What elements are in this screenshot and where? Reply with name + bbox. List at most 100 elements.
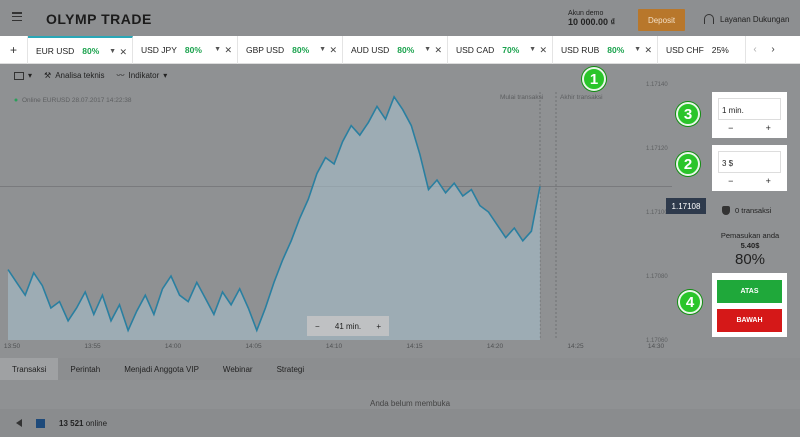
transactions-count[interactable]: 0 transaksi xyxy=(722,206,771,215)
y-tick-label: 1.17120 xyxy=(646,146,668,152)
tab-label: GBP USD xyxy=(246,44,285,55)
tab-orders[interactable]: Perintah xyxy=(58,358,112,380)
step-badge-4: 4 xyxy=(678,290,702,314)
close-icon[interactable]: ✕ xyxy=(434,45,442,56)
x-tick-label: 14:20 xyxy=(487,343,504,350)
tabs-prev-icon[interactable]: ‹ xyxy=(746,36,764,64)
tab-percent: 80% xyxy=(184,44,202,55)
amount-stepper: − + xyxy=(712,176,787,191)
trading-app: OLYMP TRADE Akun demo 10 000.00 ₫ Deposi… xyxy=(0,0,800,437)
zoom-control: − 41 min. + xyxy=(307,316,389,336)
chevron-down-icon[interactable]: ▼ xyxy=(634,46,641,53)
price-chart[interactable]: Mulai transaksi Akhir transaksi Online EUR… xyxy=(0,64,672,352)
tab-percent: 70% xyxy=(502,44,520,55)
tab-eur-usd[interactable]: EUR USD 80% ▼ ✕ xyxy=(28,35,133,64)
income-block: Pemasukan anda 5.40$ xyxy=(718,231,782,251)
tab-usd-rub[interactable]: USD RUB 80% ▼ ✕ xyxy=(553,35,658,64)
tab-aud-usd[interactable]: AUD USD 80% ▼ ✕ xyxy=(343,35,448,64)
y-tick-label: 1.17080 xyxy=(646,274,668,280)
add-tab-button[interactable]: + xyxy=(0,35,28,64)
online-dot xyxy=(14,98,18,102)
amount-plus-button[interactable]: + xyxy=(766,176,771,191)
technical-analysis-button[interactable]: ⚒ Analisa teknis xyxy=(44,71,105,80)
deposit-button[interactable]: Deposit xyxy=(638,9,685,31)
menu-icon[interactable] xyxy=(12,12,22,21)
close-icon[interactable]: ✕ xyxy=(644,45,652,56)
tab-label: EUR USD xyxy=(36,45,75,56)
time-stepper: − + xyxy=(712,123,787,138)
amount-selector[interactable]: 3 $ − + xyxy=(712,145,787,191)
close-icon[interactable]: ✕ xyxy=(539,45,547,56)
support-link[interactable]: Layanan Dukungan xyxy=(704,14,789,24)
asset-tabs: + EUR USD 80% ▼ ✕ USD JPY 80% ▼ ✕ GBP US… xyxy=(0,35,800,64)
income-value: 5.40$ xyxy=(740,241,760,250)
chevron-down-icon[interactable]: ▼ xyxy=(319,46,326,53)
zoom-in-button[interactable]: + xyxy=(376,322,381,331)
y-tick-label: 1.17140 xyxy=(646,82,668,88)
tab-label: USD RUB xyxy=(561,44,600,55)
amount-value: 3 $ xyxy=(722,159,734,168)
tools-icon: ⚒ xyxy=(44,71,52,80)
chart-toolbar: ▾ ⚒ Analisa teknis 〰 Indikator ▾ xyxy=(14,70,167,81)
time-selector[interactable]: 1 min. − + xyxy=(712,92,787,138)
logo: OLYMP TRADE xyxy=(46,11,152,27)
step-badge-1: 1 xyxy=(582,67,606,91)
tab-usd-jpy[interactable]: USD JPY 80% ▼ ✕ xyxy=(133,35,238,64)
chevron-down-icon[interactable]: ▼ xyxy=(529,46,536,53)
trade-buttons: ATAS BAWAH xyxy=(712,273,787,337)
close-icon[interactable]: ✕ xyxy=(224,45,232,56)
tab-percent: 80% xyxy=(82,45,100,56)
tab-gbp-usd[interactable]: GBP USD 80% ▼ ✕ xyxy=(238,35,343,64)
tab-vip[interactable]: Menjadi Anggota VIP xyxy=(112,358,211,380)
tab-strategy[interactable]: Strategi xyxy=(265,358,317,380)
tab-usd-chf[interactable]: USD CHF 25% xyxy=(658,35,746,64)
tab-percent: 80% xyxy=(397,44,415,55)
empty-message: Anda belum membuka xyxy=(370,399,451,408)
headset-icon xyxy=(704,14,714,24)
technical-label: Analisa teknis xyxy=(55,71,105,80)
x-tick-label: 13:55 xyxy=(84,343,101,350)
down-button[interactable]: BAWAH xyxy=(717,309,782,332)
x-tick-label: 13:50 xyxy=(4,343,21,350)
tab-transactions[interactable]: Transaksi xyxy=(0,358,59,380)
top-header: OLYMP TRADE Akun demo 10 000.00 ₫ Deposi… xyxy=(0,0,800,36)
footer: 13 521 online xyxy=(0,409,800,437)
demo-account[interactable]: Akun demo 10 000.00 ₫ xyxy=(568,9,615,27)
time-minus-button[interactable]: − xyxy=(728,123,733,138)
tab-webinar[interactable]: Webinar xyxy=(211,358,265,380)
x-tick-label: 14:00 xyxy=(165,343,182,350)
chart-type-selector[interactable]: ▾ xyxy=(14,71,32,80)
chevron-down-icon[interactable]: ▼ xyxy=(214,46,221,53)
up-button[interactable]: ATAS xyxy=(717,280,782,303)
indicator-button[interactable]: 〰 Indikator ▾ xyxy=(117,70,168,81)
close-icon[interactable]: ✕ xyxy=(119,47,127,58)
tabs-next-icon[interactable]: › xyxy=(764,36,782,64)
chart-info: Online EURUSD 28.07.2017 14:22:38 xyxy=(22,97,132,104)
chevron-down-icon[interactable]: ▼ xyxy=(424,46,431,53)
time-value: 1 min. xyxy=(722,106,744,115)
sound-icon[interactable] xyxy=(16,419,22,427)
tab-percent: 80% xyxy=(292,44,310,55)
y-tick-label: 1.17100 xyxy=(646,210,668,216)
bottom-tabs: Transaksi Perintah Menjadi Anggota VIP W… xyxy=(0,358,800,380)
end-marker-label: Akhir transaksi xyxy=(560,94,603,101)
app-icon[interactable] xyxy=(36,418,45,428)
income-percent: 80% xyxy=(734,251,766,268)
zoom-label: 41 min. xyxy=(334,321,362,331)
tab-percent: 80% xyxy=(607,44,625,55)
zoom-out-button[interactable]: − xyxy=(315,322,320,331)
tab-percent: 25% xyxy=(711,44,729,55)
tab-usd-cad[interactable]: USD CAD 70% ▼ ✕ xyxy=(448,35,553,64)
chart-area[interactable]: Mulai transaksi Akhir transaksi Online EUR… xyxy=(0,64,672,352)
time-plus-button[interactable]: + xyxy=(766,123,771,138)
current-price-tag: 1.17108 xyxy=(666,198,706,214)
demo-label: Akun demo xyxy=(568,10,604,17)
indicator-icon: 〰 xyxy=(116,71,125,80)
chevron-down-icon[interactable]: ▼ xyxy=(109,48,116,55)
price-area xyxy=(8,96,540,340)
amount-minus-button[interactable]: − xyxy=(728,176,733,191)
demo-balance: 10 000.00 ₫ xyxy=(568,17,616,27)
close-icon[interactable]: ✕ xyxy=(329,45,337,56)
transactions-label: 0 transaksi xyxy=(735,206,772,215)
x-tick-label: 14:30 xyxy=(648,343,665,350)
